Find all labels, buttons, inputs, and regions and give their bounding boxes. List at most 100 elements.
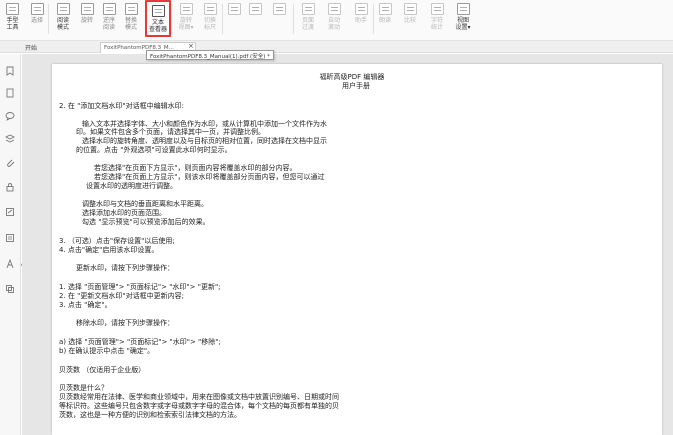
replace-mode-icon	[124, 3, 138, 15]
doc-header-subtitle: 用户手册	[342, 82, 370, 90]
rotate-view-label: 旋转	[80, 17, 93, 24]
doc-text-line: 贝茨数经常用在法律、医学和商业领域中，用来在图像或文档中放置识别编号、日期或时间	[59, 393, 339, 401]
document-tab-bar: 开始 FoxitPhantomPDF8.3_M... ×	[0, 41, 673, 53]
page-view-1-button[interactable]	[226, 0, 242, 37]
doc-text-line: 的位置。点击 "外观选项"可设置此水印何时显示。	[76, 146, 232, 154]
doc-text-line: 贝茨数 （仅适用于企业版）	[59, 366, 146, 374]
page-view-3-icon	[272, 3, 286, 15]
text-viewer-button[interactable]: 文本 查看器	[145, 0, 171, 37]
assistant-label: 助手	[354, 17, 367, 24]
reading-mode-button[interactable]: 阅读 模式	[52, 0, 74, 37]
assistant-button[interactable]: 助手	[351, 0, 371, 37]
reverse-reading-button[interactable]: 逆序 阅读	[99, 0, 119, 37]
doc-text-line: a) 选择 "页面管理"> "页面标记"> "水印"> "移除";	[59, 338, 221, 346]
compare-icon	[403, 3, 417, 15]
pages-icon[interactable]	[5, 88, 15, 98]
view-settings-icon	[456, 3, 470, 15]
text-viewer-label: 文本 查看器	[148, 19, 167, 33]
security-icon[interactable]	[5, 182, 15, 192]
page-view-1-icon	[227, 3, 241, 15]
comments-icon[interactable]	[5, 111, 15, 121]
word-count-button[interactable]: 字符 统计	[427, 0, 447, 37]
page-transition-button[interactable]: 页面 过渡	[297, 0, 319, 37]
doc-text-line: 茨数，这也是一种方便的识别和检索索引法律文档的方法。	[59, 411, 241, 419]
doc-text-line: 印。如果文件包含多个页面，请选择其中一页，并调整比例。	[76, 128, 265, 136]
doc-text-line: 3. 点击 "确定"。	[59, 301, 112, 309]
view-settings-label: 视图 设置▾	[455, 17, 471, 31]
ribbon-separator	[48, 4, 49, 34]
doc-header-title: 福昕高级PDF 编辑器	[319, 73, 385, 81]
page-view-2-button[interactable]	[247, 0, 263, 37]
layers-icon[interactable]	[5, 134, 15, 144]
select-tool-label: 选择	[30, 17, 43, 24]
page-view-3-button[interactable]	[268, 0, 290, 37]
rotate-view-menu-button[interactable]: 旋转 视图▾	[175, 0, 197, 37]
read-aloud-button[interactable]: 朗读	[377, 0, 393, 37]
doc-text-line: 若您选择"在页面下方显示"，则页面内容将覆盖水印的部分内容。	[94, 164, 297, 172]
rotate-view-menu-icon	[179, 3, 193, 15]
reading-mode-label: 阅读 模式	[56, 17, 69, 31]
doc-text-line: 输入文本并选择字体、大小和颜色作为水印，或从计算机中添加一个文件作为水	[82, 120, 327, 128]
ribbon-separator	[171, 4, 172, 34]
doc-text-line: 选择水印的旋转角度、透明度以及与目标页的相对位置，同时选择在文档中显示	[82, 137, 327, 145]
hand-tool-button[interactable]: 手型 工具	[2, 0, 23, 37]
doc-text-line: 3. （可选）点击"保存设置"以后使用;	[59, 237, 175, 245]
ribbon-separator	[222, 4, 223, 34]
auto-scroll-label: 自动 滚动	[327, 17, 340, 31]
form-icon[interactable]	[5, 233, 15, 243]
doc-text-line: 移除水印，请按下列步骤操作：	[76, 319, 174, 327]
word-count-icon	[430, 3, 444, 15]
doc-text-line: 贝茨数是什么？	[59, 384, 108, 392]
ribbon-separator	[293, 4, 294, 34]
auto-scroll-button[interactable]: 自动 滚动	[323, 0, 345, 37]
switch-ruler-button[interactable]: 切换 标尺	[200, 0, 220, 37]
doc-text-line: 1. 选择 "页面管理"> "页面标记"> "水印"> "更新";	[59, 283, 221, 291]
reading-mode-icon	[56, 3, 70, 15]
ribbon-toolbar: 手型 工具 选择 阅读 模式 旋转 逆序 阅读 替换 模式 文本 查看器 旋转 视图▾ 切换 标尺 页面 过渡 自动…	[0, 0, 673, 41]
doc-text-line: 等标识符。这些编号只包含数字或字母或数字字母的混合体，每个文档的每页都有单独的贝	[59, 402, 339, 410]
doc-text-line: b) 在确认提示中点击 "确定"。	[59, 347, 155, 355]
ribbon-separator	[373, 4, 374, 34]
doc-text-line: 更新水印，请按下列步骤操作：	[76, 264, 174, 272]
assistant-icon	[354, 3, 368, 15]
hand-tool-label: 手型 工具	[6, 17, 19, 31]
hand-tool-icon	[6, 3, 19, 15]
read-aloud-label: 朗读	[378, 17, 391, 24]
select-tool-icon	[30, 3, 44, 15]
navigation-panel	[0, 54, 21, 435]
doc-text-line: 2. 在 "更新文档水印"对话框中更新内容;	[59, 292, 184, 300]
document-viewer[interactable]: 福昕高级PDF 编辑器 用户手册 2. 在 "添加文档水印"对话框中编辑水印: 输…	[22, 54, 673, 435]
reverse-reading-icon	[102, 3, 116, 15]
rotate-view-menu-label: 旋转 视图▾	[178, 17, 194, 31]
rotate-view-button[interactable]: 旋转	[78, 0, 96, 37]
rotate-view-icon	[80, 3, 94, 15]
read-aloud-icon	[378, 3, 392, 15]
tab-start[interactable]: 开始	[25, 43, 37, 52]
doc-text-line: 勾选 "显示预览"可以预览添加后的效果。	[82, 218, 210, 226]
replace-mode-button[interactable]: 替换 模式	[121, 0, 141, 37]
text-viewer-icon	[151, 5, 165, 17]
destination-icon[interactable]	[5, 259, 15, 269]
page-transition-label: 页面 过渡	[301, 17, 314, 31]
doc-text-line: 2. 在 "添加文档水印"对话框中编辑水印:	[59, 102, 184, 110]
replace-mode-label: 替换 模式	[124, 17, 137, 31]
doc-text-line: 若您选择"在页面上方显示"，则该水印将覆盖部分页面内容，但您可以通过	[94, 173, 325, 181]
tab-tooltip: FoxitPhantomPDF8.3_Manual(1).pdf (安全) *	[146, 50, 274, 60]
tab-close-icon[interactable]: ×	[188, 42, 194, 50]
compare-label: 比较	[403, 17, 416, 24]
doc-text-line: 4. 点击"确定"启用该水印设置。	[59, 246, 159, 254]
signature-icon[interactable]	[5, 207, 15, 217]
page-view-2-icon	[248, 3, 262, 15]
bookmark-icon[interactable]	[5, 66, 15, 76]
doc-text-line: 调整水印与文档的垂直距离和水平距离。	[82, 200, 208, 208]
reverse-reading-label: 逆序 阅读	[102, 17, 115, 31]
word-count-label: 字符 统计	[430, 17, 443, 31]
compare-button[interactable]: 比较	[402, 0, 418, 37]
attachment-icon[interactable]	[5, 158, 15, 168]
page-transition-icon	[301, 3, 315, 15]
view-settings-button[interactable]: 视图 设置▾	[452, 0, 474, 37]
doc-text-line: 设置水印的透明度进行调整。	[86, 182, 177, 190]
select-tool-button[interactable]: 选择	[28, 0, 46, 37]
content-icon[interactable]	[5, 284, 15, 294]
switch-ruler-icon	[203, 3, 217, 15]
